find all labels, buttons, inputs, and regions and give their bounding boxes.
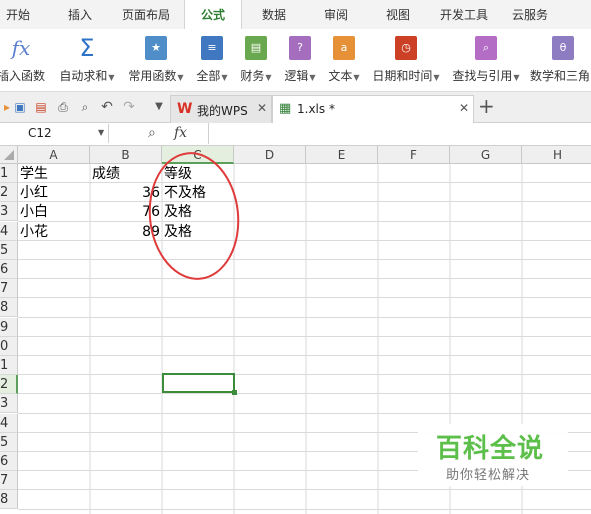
dropdown-arrow-icon: ▼ [177,73,184,82]
all-functions-label: 全部 [196,69,221,83]
spreadsheet-grid: ABCDEFGH 123456789012345678 学生 成绩 等级 小红 36 不及… [0,146,591,514]
dropdown-arrow-icon: ▼ [513,73,520,82]
selected-cell-c12[interactable] [162,373,235,393]
tab-my-wps[interactable]: W 我的WPS ✕ [170,95,272,123]
clock-book-icon: ◷ [395,36,417,60]
print-icon[interactable]: ⎙ [56,100,70,114]
dropdown-arrow-icon: ▼ [309,73,316,82]
chevron-down-icon[interactable]: ▼ [152,100,166,114]
list-book-icon: ≡ [201,36,223,60]
tab-my-wps-label: 我的WPS [197,104,248,118]
common-functions-label: 常用函数 [128,69,177,83]
theta-book-icon: θ [552,36,574,60]
tab-1-xls[interactable]: ▦ 1.xls * ✕ [272,95,474,123]
close-icon[interactable]: ✕ [459,101,469,115]
dropdown-arrow-icon: ▼ [265,73,272,82]
insert-function-button[interactable]: fx 插入函数 [0,33,48,87]
dropdown-arrow-icon: ▼ [433,73,440,82]
text-book-icon: a [333,36,355,60]
lookup-reference-button[interactable]: ⌕ 查找与引用▼ [448,33,524,87]
name-box[interactable]: C12 ▼ [0,124,109,143]
annotation-ellipse [148,152,240,280]
tab-1-xls-label: 1.xls * [297,102,335,116]
tab-developer[interactable]: 开发工具 [432,0,496,29]
finance-label: 财务 [240,69,265,83]
document-tab-strip: ▸ ▣ ▤ ⎙ ⌕ ↶ ↷ ▼ W 我的WPS ✕ ▦ 1.xls * ✕ + [0,92,591,123]
tab-page-layout[interactable]: 页面布局 [114,0,178,29]
star-book-icon: ★ [145,36,167,60]
fill-handle[interactable] [232,390,237,395]
menu-tab-bar: 开始 插入 页面布局 公式 数据 审阅 视图 开发工具 云服务 [0,0,591,30]
dropdown-arrow-icon: ▼ [353,73,360,82]
logic-label: 逻辑 [284,69,309,83]
export-pdf-icon[interactable]: ▤ [34,100,48,114]
sigma-icon: Σ [79,34,95,62]
lookup-reference-label: 查找与引用 [452,69,513,83]
tab-insert[interactable]: 插入 [52,0,108,29]
finance-button[interactable]: ▤ 财务▼ [236,33,276,87]
tab-start[interactable]: 开始 [0,0,36,29]
cell-a1[interactable]: 学生 [20,164,88,183]
autosum-label: 自动求和 [59,69,108,83]
watermark-subtitle: 助你轻松解决 [446,468,531,483]
cell-a2[interactable]: 小红 [20,183,88,202]
text-label: 文本 [328,69,353,83]
fx-icon: fx [11,36,31,60]
print-preview-icon[interactable]: ⌕ [78,100,92,114]
date-time-label: 日期和时间 [372,69,433,83]
redo-icon[interactable]: ↷ [122,100,136,114]
tab-formula[interactable]: 公式 [184,0,242,30]
undo-icon[interactable]: ↶ [100,100,114,114]
formula-bar: C12 ▼ ⌕ fx [0,123,591,146]
tab-review[interactable]: 审阅 [310,0,362,29]
chevron-down-icon: ▼ [98,128,105,137]
wps-logo-icon: W [177,101,193,117]
close-icon[interactable]: ✕ [257,101,267,115]
spreadsheet-file-icon: ▦ [279,101,292,116]
dropdown-arrow-icon: ▼ [221,73,228,82]
watermark: 百科全说 助你轻松解决 [418,424,568,486]
formula-input[interactable] [208,123,591,144]
ribbon: fx 插入函数 Σ 自动求和▼ ★ 常用函数▼ ≡ 全部▼ ▤ 财务▼ ? 逻辑… [0,29,591,92]
cell-a3[interactable]: 小白 [20,202,88,221]
logic-button[interactable]: ? 逻辑▼ [280,33,320,87]
insert-function-label: 插入函数 [0,69,45,83]
cell-a4[interactable]: 小花 [20,222,88,241]
watermark-title: 百科全说 [436,434,545,464]
dropdown-arrow-icon: ▼ [108,73,115,82]
common-functions-button[interactable]: ★ 常用函数▼ [124,33,188,87]
tab-view[interactable]: 视图 [372,0,424,29]
math-trig-button[interactable]: θ 数学和三角 [528,33,591,87]
fx-icon[interactable]: fx [174,125,187,141]
question-book-icon: ? [289,36,311,60]
text-button[interactable]: a 文本▼ [324,33,364,87]
all-functions-button[interactable]: ≡ 全部▼ [192,33,232,87]
tab-cloud[interactable]: 云服务 [504,0,556,29]
autosum-button[interactable]: Σ 自动求和▼ [56,33,118,87]
tab-data[interactable]: 数据 [248,0,300,29]
folder-icon[interactable]: ▸ [0,100,14,114]
zoom-search-icon[interactable]: ⌕ [148,125,156,141]
search-book-icon: ⌕ [475,36,497,60]
math-trig-label: 数学和三角 [530,69,591,83]
name-box-value: C12 [28,126,52,140]
date-time-button[interactable]: ◷ 日期和时间▼ [368,33,444,87]
save-icon[interactable]: ▣ [13,100,27,114]
new-tab-button[interactable]: + [478,94,495,118]
finance-book-icon: ▤ [245,36,267,60]
